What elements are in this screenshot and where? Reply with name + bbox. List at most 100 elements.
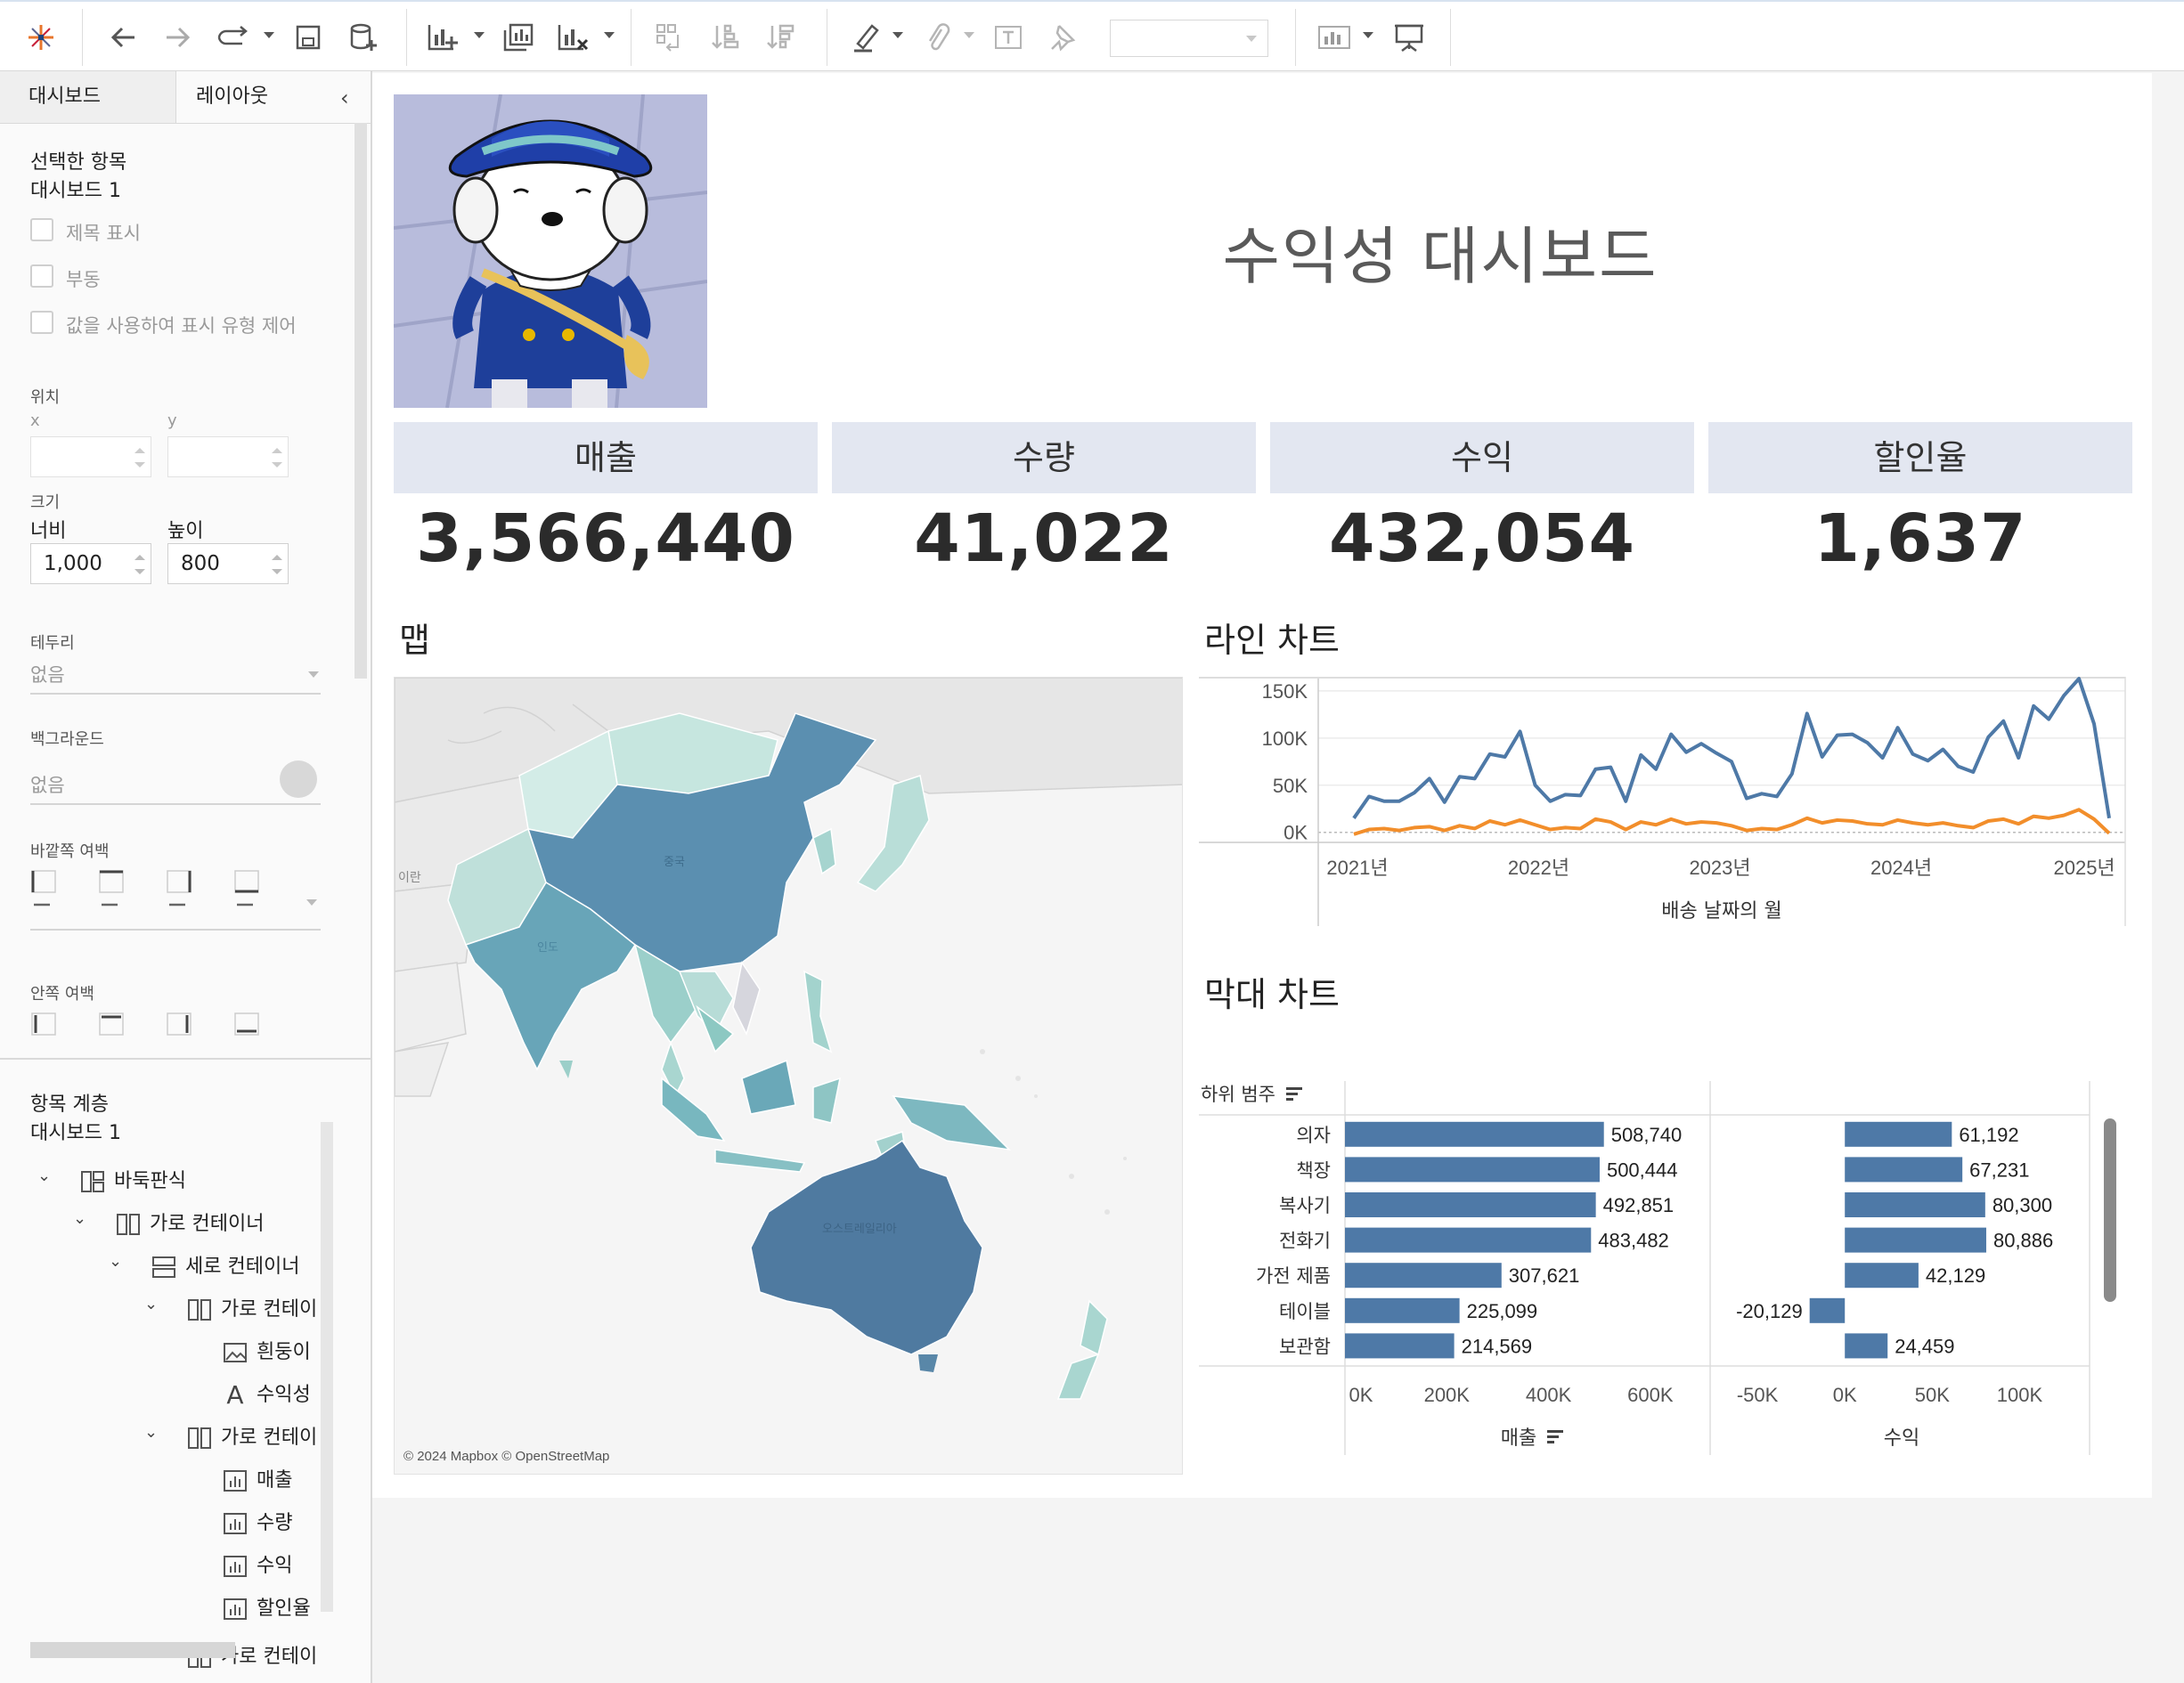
sales-bar-label: 483,482: [1598, 1230, 1669, 1252]
kpi-discount-header: 할인율: [1708, 422, 2132, 493]
kpi-quantity-value: 41,022: [914, 500, 1174, 577]
save-icon[interactable]: [289, 18, 328, 57]
expand-chevron-icon[interactable]: ⌄: [73, 1209, 86, 1228]
inner-padding-control[interactable]: [30, 1010, 321, 1045]
show-title-checkbox[interactable]: [30, 218, 53, 241]
tableau-logo-icon[interactable]: [21, 18, 61, 57]
fit-dropdown[interactable]: [1110, 20, 1268, 57]
background-dropdown[interactable]: 없음: [30, 752, 321, 805]
x-tick-label: 2022년: [1508, 857, 1569, 879]
show-me-dropdown-icon[interactable]: [1363, 32, 1373, 38]
border-value: 없음: [30, 664, 65, 686]
line-chart[interactable]: 0K 50K 100K 150K 2021년 2022년 2023년 2024년 2025년배송…: [1199, 677, 2132, 926]
tree-item-horizontal-container-3[interactable]: 가로 컨테이: [187, 1421, 317, 1450]
hierarchy-vertical-scrollbar[interactable]: [321, 1122, 333, 1612]
height-down-icon[interactable]: [272, 569, 282, 574]
pane-divider[interactable]: [0, 1058, 371, 1060]
height-up-icon[interactable]: [272, 555, 282, 560]
profit-bar: [1845, 1121, 1952, 1147]
background-color-swatch[interactable]: [280, 760, 317, 798]
dashboard-title: 수익성 대시보드: [1222, 220, 1658, 293]
replay-icon[interactable]: [214, 18, 253, 57]
presentation-mode-icon[interactable]: [1389, 18, 1429, 57]
y-down-icon[interactable]: [272, 462, 282, 467]
tree-item-sheet-profit[interactable]: 수익: [223, 1549, 292, 1578]
y-position-field[interactable]: [167, 436, 289, 477]
sales-bar: [1345, 1263, 1502, 1289]
tree-item-vertical-container[interactable]: 세로 컨테이너: [151, 1250, 299, 1279]
profit-bar: [1809, 1297, 1846, 1323]
tree-item-sheet-sales[interactable]: 매출: [223, 1464, 292, 1492]
x-up-icon[interactable]: [134, 448, 145, 453]
expand-chevron-icon[interactable]: ⌄: [37, 1167, 51, 1185]
highlight-icon[interactable]: [846, 18, 885, 57]
y-tick-label: 50K: [1273, 775, 1308, 797]
replay-dropdown-icon[interactable]: [264, 32, 274, 38]
tree-item-sheet-discount[interactable]: 할인율: [223, 1592, 311, 1621]
tree-item-horizontal-container-2[interactable]: 가로 컨테이: [187, 1293, 317, 1321]
category-label: 책장: [1296, 1159, 1331, 1181]
hierarchy-horizontal-scrollbar[interactable]: [30, 1642, 235, 1658]
clear-sheet-dropdown-icon[interactable]: [604, 32, 615, 38]
tree-item-sheet-quantity[interactable]: 수량: [223, 1507, 292, 1535]
hierarchy-root[interactable]: 대시보드 1: [30, 1117, 121, 1145]
map-view[interactable]: 이란 중국 인도 오스트레일리아 © 2024 Mapbox © OpenStr…: [394, 677, 1183, 1475]
bar-chart-title: 막대 차트: [1204, 975, 1340, 1014]
expand-chevron-icon[interactable]: ⌄: [144, 1295, 158, 1313]
redo-icon[interactable]: [159, 18, 198, 57]
layout-pane-scrollbar[interactable]: [354, 123, 367, 679]
sort-ascending-icon[interactable]: [705, 18, 745, 57]
fit-dropdown-caret-icon: [1246, 36, 1257, 42]
profit-bar: [1845, 1227, 1986, 1253]
control-visibility-checkbox[interactable]: [30, 311, 53, 334]
swap-rows-columns-icon[interactable]: [650, 18, 689, 57]
duplicate-sheet-icon[interactable]: [499, 18, 538, 57]
item-hierarchy-tree: ⌄ 바둑판식 ⌄ 가로 컨테이너 ⌄ 세로 컨테이너 ⌄ 가로 컨테이 흰둥이 …: [0, 1158, 321, 1683]
size-label: 크기: [30, 493, 61, 512]
profit-bar-label: 80,300: [1992, 1194, 2052, 1216]
new-worksheet-dropdown-icon[interactable]: [474, 32, 485, 38]
tree-item-horizontal-container[interactable]: 가로 컨테이너: [116, 1207, 264, 1236]
y-up-icon[interactable]: [272, 448, 282, 453]
sales-bar: [1345, 1333, 1455, 1359]
background-label: 백그라운드: [30, 730, 104, 749]
map-label-india: 인도: [537, 941, 558, 955]
clear-sheet-icon[interactable]: [554, 18, 593, 57]
map-title: 맵: [399, 621, 430, 660]
x-down-icon[interactable]: [134, 462, 145, 467]
x-position-field[interactable]: [30, 436, 151, 477]
sheet-icon: [224, 1598, 247, 1620]
profit-axis-tick: -50K: [1737, 1384, 1779, 1406]
shiro-image: [394, 94, 707, 408]
collapse-pane-icon[interactable]: ‹: [340, 85, 349, 110]
width-down-icon[interactable]: [134, 569, 145, 574]
expand-chevron-icon[interactable]: ⌄: [109, 1252, 122, 1271]
show-me-icon[interactable]: [1315, 18, 1354, 57]
chart-top-border: [1199, 677, 2125, 679]
height-field[interactable]: 800: [167, 543, 289, 584]
undo-icon[interactable]: [103, 18, 143, 57]
category-label: 복사기: [1279, 1195, 1331, 1216]
fix-axes-pin-icon[interactable]: [1044, 18, 1083, 57]
tree-item-tiled[interactable]: 바둑판식: [80, 1165, 186, 1193]
tab-dashboard[interactable]: 대시보드: [0, 71, 176, 123]
tree-item-image[interactable]: 흰둥이: [223, 1336, 311, 1364]
bar-chart[interactable]: 하위 범주의자 508,740 61,192 책장 500,444 67,231 복사기 49…: [1199, 1028, 2152, 1473]
new-worksheet-icon[interactable]: [424, 18, 463, 57]
highlight-dropdown-icon[interactable]: [892, 32, 903, 38]
width-up-icon[interactable]: [134, 555, 145, 560]
map-attribution[interactable]: © 2024 Mapbox © OpenStreetMap: [403, 1449, 609, 1464]
show-mark-labels-icon[interactable]: [989, 18, 1028, 57]
expand-chevron-icon[interactable]: ⌄: [144, 1423, 158, 1442]
border-dropdown[interactable]: 없음: [30, 659, 321, 695]
new-datasource-icon[interactable]: [344, 18, 383, 57]
tab-layout[interactable]: 레이아웃: [196, 71, 268, 123]
group-members-icon[interactable]: [917, 18, 957, 57]
profit-bar: [1845, 1263, 1919, 1289]
outer-padding-control[interactable]: [30, 867, 321, 933]
width-field[interactable]: 1,000: [30, 543, 151, 584]
floating-checkbox[interactable]: [30, 264, 53, 288]
group-dropdown-icon[interactable]: [964, 32, 974, 38]
sort-descending-icon[interactable]: [761, 18, 800, 57]
tree-item-text[interactable]: A 수익성: [223, 1378, 310, 1408]
